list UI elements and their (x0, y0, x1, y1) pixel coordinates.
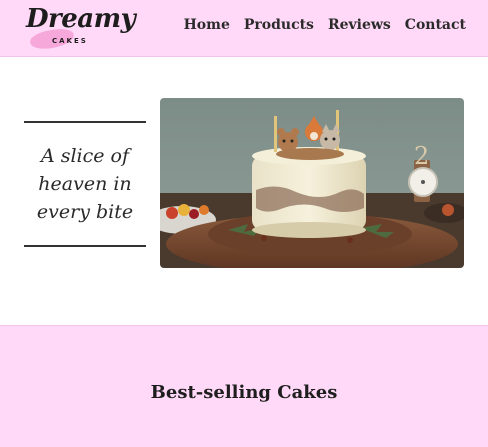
logo-wordmark: Dreamy (26, 4, 136, 34)
nav-products[interactable]: Products (244, 17, 314, 33)
cake-illustration: 2 (160, 98, 464, 268)
site-header: Dreamy CAKES Home Products Reviews Conta… (0, 0, 488, 57)
nav-home[interactable]: Home (184, 17, 230, 33)
tagline-line-1: A slice of (40, 145, 130, 167)
svg-text:2: 2 (414, 142, 429, 170)
tagline-text: A slice of heaven in every bite (37, 142, 133, 226)
tagline-line-2: heaven in (38, 173, 132, 195)
hero-cake-photo: 2 (160, 98, 464, 268)
logo-subtitle: CAKES (52, 37, 88, 45)
hero-section: A slice of heaven in every bite 2 (0, 57, 488, 325)
bestsellers-title: Best-selling Cakes (150, 382, 338, 403)
tagline-line-3: every bite (36, 201, 134, 223)
bestsellers-section: Best-selling Cakes (0, 325, 488, 447)
hero-tagline: A slice of heaven in every bite (24, 121, 146, 247)
brand-logo[interactable]: Dreamy CAKES (22, 4, 136, 52)
nav-contact[interactable]: Contact (405, 17, 466, 33)
nav-reviews[interactable]: Reviews (328, 17, 391, 33)
main-nav: Home Products Reviews Contact (184, 17, 466, 33)
